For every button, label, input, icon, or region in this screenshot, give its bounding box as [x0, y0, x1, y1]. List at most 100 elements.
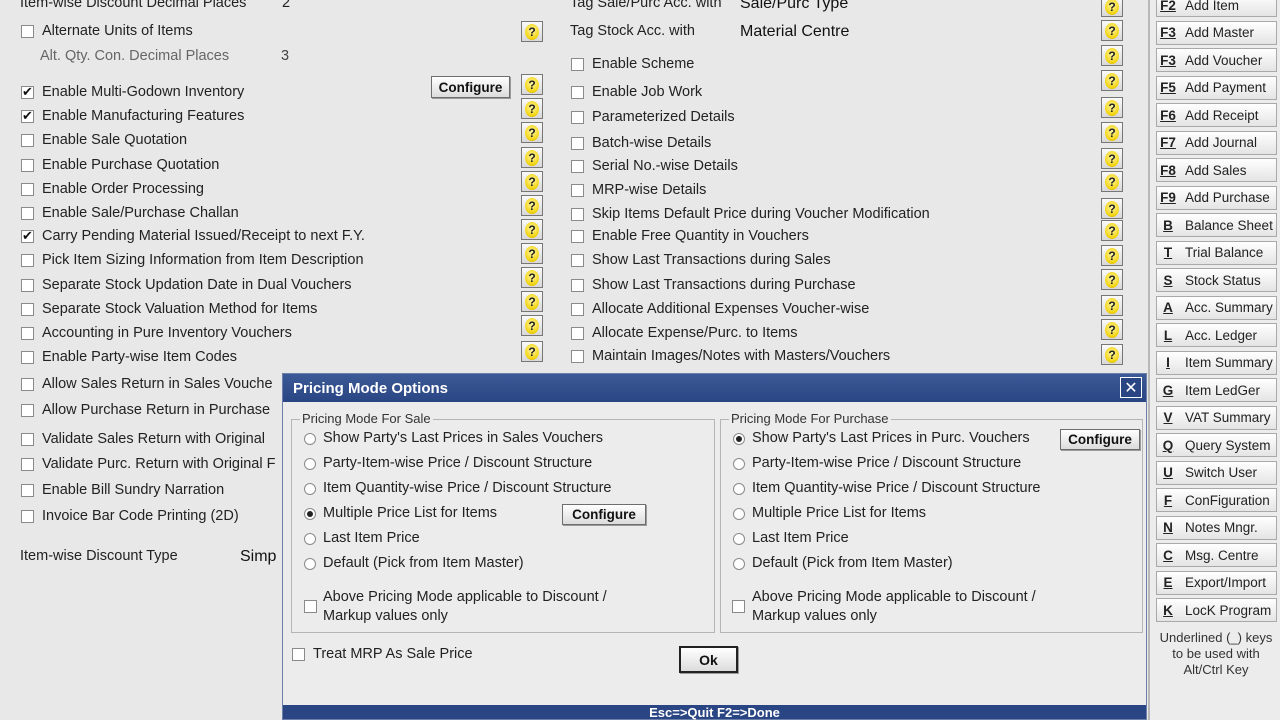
pricing-mode-radio[interactable]: [304, 533, 316, 545]
setting-checkbox[interactable]: [571, 86, 584, 99]
shortcut-button[interactable]: K LocK Program: [1156, 598, 1277, 622]
setting-checkbox[interactable]: [571, 303, 584, 316]
shortcut-button[interactable]: G Item LedGer: [1156, 378, 1277, 402]
help-icon[interactable]: ?: [521, 122, 543, 143]
help-icon[interactable]: ?: [521, 171, 543, 192]
help-icon[interactable]: ?: [1101, 319, 1123, 340]
setting-checkbox[interactable]: [21, 484, 34, 497]
setting-checkbox[interactable]: [21, 84, 34, 100]
shortcut-button[interactable]: N Notes Mngr.: [1156, 515, 1277, 540]
shortcut-button[interactable]: U Switch User: [1156, 460, 1277, 485]
ok-button[interactable]: Ok: [679, 646, 738, 673]
help-icon[interactable]: ?: [521, 291, 543, 312]
shortcut-button[interactable]: F8 Add Sales: [1156, 158, 1277, 182]
help-icon[interactable]: ?: [1101, 245, 1123, 266]
treat-mrp-checkbox[interactable]: [292, 648, 305, 661]
setting-checkbox[interactable]: [21, 183, 34, 196]
pricing-mode-radio[interactable]: [304, 508, 316, 520]
setting-checkbox[interactable]: [571, 350, 584, 363]
setting-checkbox[interactable]: [21, 510, 34, 523]
pricing-mode-radio[interactable]: [304, 458, 316, 470]
setting-checkbox[interactable]: [21, 279, 34, 292]
help-icon[interactable]: ?: [1101, 97, 1123, 118]
setting-checkbox[interactable]: [571, 160, 584, 173]
help-icon[interactable]: ?: [1101, 70, 1123, 91]
tag-sale-value[interactable]: Sale/Purc Type: [740, 0, 848, 13]
shortcut-button[interactable]: F6 Add Receipt: [1156, 103, 1277, 127]
shortcut-button[interactable]: F9 Add Purchase: [1156, 185, 1277, 210]
setting-checkbox[interactable]: [21, 404, 34, 417]
help-icon[interactable]: ?: [521, 21, 543, 42]
setting-checkbox[interactable]: [571, 111, 584, 124]
shortcut-button[interactable]: E Export/Import: [1156, 570, 1277, 595]
setting-checkbox[interactable]: [21, 228, 34, 244]
purchase-configure-button[interactable]: Configure: [1060, 429, 1140, 450]
shortcut-button[interactable]: L Acc. Ledger: [1156, 323, 1277, 347]
help-icon[interactable]: ?: [1101, 344, 1123, 365]
help-icon[interactable]: ?: [1101, 20, 1123, 41]
help-icon[interactable]: ?: [1101, 220, 1123, 241]
multi-godown-configure-button[interactable]: Configure: [431, 76, 510, 98]
shortcut-button[interactable]: V VAT Summary: [1156, 405, 1277, 430]
setting-checkbox[interactable]: [571, 254, 584, 267]
setting-checkbox[interactable]: [21, 458, 34, 471]
sale-configure-button[interactable]: Configure: [562, 504, 646, 525]
pricing-mode-radio[interactable]: [733, 533, 745, 545]
pricing-mode-radio[interactable]: [304, 433, 316, 445]
setting-checkbox[interactable]: [21, 134, 34, 147]
pricing-mode-radio[interactable]: [733, 508, 745, 520]
shortcut-button[interactable]: T Trial Balance: [1156, 240, 1277, 265]
help-icon[interactable]: ?: [1101, 171, 1123, 192]
shortcut-button[interactable]: F3 Add Voucher: [1156, 48, 1277, 72]
setting-checkbox[interactable]: [21, 378, 34, 391]
setting-checkbox[interactable]: [21, 108, 34, 124]
setting-checkbox[interactable]: [571, 58, 584, 71]
help-icon[interactable]: ?: [1101, 295, 1123, 316]
help-icon[interactable]: ?: [521, 74, 543, 95]
sale-above-pricing-checkbox[interactable]: [304, 600, 317, 613]
shortcut-button[interactable]: F2 Add Item: [1156, 0, 1277, 17]
setting-checkbox[interactable]: [571, 137, 584, 150]
shortcut-button[interactable]: F3 Add Master: [1156, 20, 1277, 45]
help-icon[interactable]: ?: [521, 267, 543, 288]
setting-checkbox[interactable]: [21, 433, 34, 446]
help-icon[interactable]: ?: [521, 195, 543, 216]
shortcut-button[interactable]: C Msg. Centre: [1156, 543, 1277, 567]
pricing-mode-radio[interactable]: [733, 433, 745, 445]
help-icon[interactable]: ?: [521, 243, 543, 264]
shortcut-button[interactable]: B Balance Sheet: [1156, 213, 1277, 237]
setting-checkbox[interactable]: [571, 327, 584, 340]
pricing-mode-radio[interactable]: [304, 558, 316, 570]
shortcut-button[interactable]: Q Query System: [1156, 433, 1277, 457]
purchase-above-pricing-checkbox[interactable]: [732, 600, 745, 613]
setting-checkbox[interactable]: [571, 184, 584, 197]
help-icon[interactable]: ?: [1101, 45, 1123, 66]
shortcut-button[interactable]: A Acc. Summary: [1156, 295, 1277, 320]
pricing-mode-radio[interactable]: [733, 558, 745, 570]
setting-checkbox[interactable]: [571, 279, 584, 292]
help-icon[interactable]: ?: [521, 315, 543, 336]
help-icon[interactable]: ?: [1101, 122, 1123, 143]
help-icon[interactable]: ?: [1101, 0, 1123, 17]
pricing-mode-radio[interactable]: [733, 458, 745, 470]
setting-checkbox[interactable]: [21, 303, 34, 316]
shortcut-button[interactable]: I Item Summary: [1156, 350, 1277, 375]
alt-qty-decimal-value[interactable]: 3: [281, 48, 289, 64]
help-icon[interactable]: ?: [1101, 148, 1123, 169]
help-icon[interactable]: ?: [521, 219, 543, 240]
setting-checkbox[interactable]: [21, 351, 34, 364]
pricing-mode-radio[interactable]: [733, 483, 745, 495]
pricing-mode-radio[interactable]: [304, 483, 316, 495]
setting-checkbox[interactable]: [21, 159, 34, 172]
tag-stock-value[interactable]: Material Centre: [740, 23, 849, 41]
help-icon[interactable]: ?: [1101, 198, 1123, 219]
shortcut-button[interactable]: S Stock Status: [1156, 268, 1277, 292]
shortcut-button[interactable]: F7 Add Journal: [1156, 130, 1277, 155]
discount-type-value[interactable]: Simp: [240, 548, 276, 566]
help-icon[interactable]: ?: [521, 98, 543, 119]
setting-checkbox[interactable]: [571, 208, 584, 221]
shortcut-button[interactable]: F5 Add Payment: [1156, 75, 1277, 100]
setting-checkbox[interactable]: [571, 230, 584, 243]
shortcut-button[interactable]: F ConFiguration: [1156, 488, 1277, 512]
help-icon[interactable]: ?: [521, 147, 543, 168]
